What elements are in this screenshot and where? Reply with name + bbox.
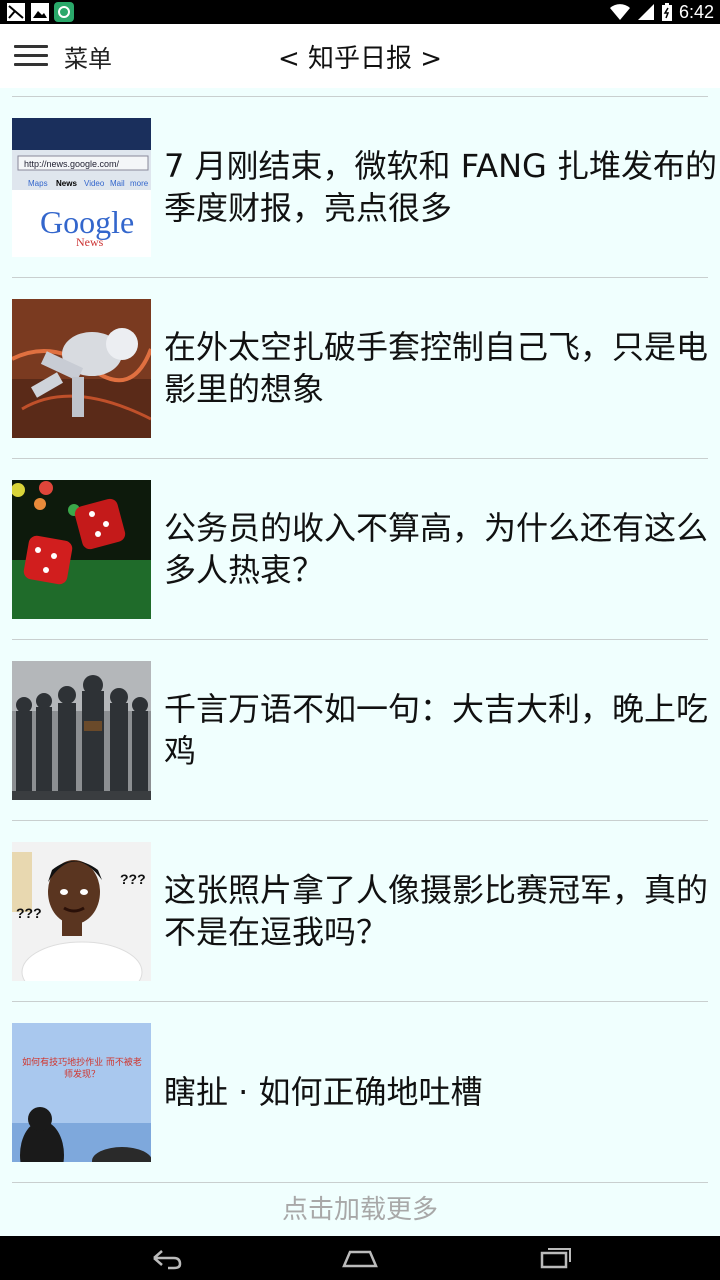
app-notification-icon	[54, 2, 74, 22]
list-item[interactable]: 如何有技巧地抄作业 而不被老师发现？ 瞎扯 · 如何正确地吐槽	[12, 1001, 708, 1182]
system-nav-bar	[0, 1236, 720, 1280]
article-title: 在外太空扎破手套控制自己飞，只是电影里的想象	[164, 328, 709, 408]
recents-icon[interactable]	[536, 1244, 576, 1272]
svg-text:more: more	[130, 179, 149, 188]
list-item[interactable]: 公务员的收入不算高，为什么还有这么多人热衷？	[12, 458, 708, 639]
notification-icon	[7, 3, 25, 21]
article-title: 7 月刚结束，微软和 FANG 扎堆发布的季度财报，亮点很多	[164, 147, 717, 227]
svg-text:???: ???	[120, 871, 146, 887]
image-icon	[31, 3, 49, 21]
back-icon[interactable]	[146, 1244, 186, 1272]
article-thumbnail: http://news.google.com/ Maps News Video …	[12, 118, 151, 257]
load-more-button[interactable]: 点击加载更多	[0, 1182, 720, 1236]
svg-text:Mail: Mail	[110, 179, 125, 188]
svg-text:News: News	[56, 179, 77, 188]
article-thumbnail: ??? ???	[12, 842, 151, 981]
svg-text:News: News	[76, 235, 104, 249]
status-time: 6:42	[678, 1, 714, 22]
svg-text:Maps: Maps	[28, 179, 48, 188]
battery-icon	[661, 3, 672, 21]
article-list: http://news.google.com/ Maps News Video …	[12, 96, 717, 1182]
article-title: 瞎扯 · 如何正确地吐槽	[164, 1073, 483, 1111]
signal-icon	[637, 4, 654, 20]
list-item[interactable]: 千言万语不如一句：大吉大利，晚上吃鸡	[12, 639, 708, 820]
article-title: 这张照片拿了人像摄影比赛冠军，真的不是在逗我吗？	[164, 871, 709, 951]
article-thumbnail	[12, 480, 151, 619]
svg-text:http://news.google.com/: http://news.google.com/	[24, 159, 120, 169]
list-item[interactable]: 在外太空扎破手套控制自己飞，只是电影里的想象	[12, 277, 708, 458]
wifi-icon	[609, 4, 630, 20]
article-title: 公务员的收入不算高，为什么还有这么多人热衷？	[164, 509, 709, 589]
article-thumbnail	[12, 299, 151, 438]
app-toolbar: 菜单 < 知乎日报 >	[0, 24, 720, 88]
article-thumbnail	[12, 661, 151, 800]
page-title[interactable]: < 知乎日报 >	[0, 38, 720, 75]
article-thumbnail: 如何有技巧地抄作业 而不被老师发现？	[12, 1023, 151, 1162]
list-item[interactable]: http://news.google.com/ Maps News Video …	[12, 96, 717, 277]
home-icon[interactable]	[340, 1244, 380, 1272]
list-item[interactable]: ??? ??? 这张照片拿了人像摄影比赛冠军，真的不是在逗我吗？	[12, 820, 708, 1001]
svg-text:???: ???	[16, 905, 42, 921]
status-bar: 6:42	[0, 0, 720, 24]
article-title: 千言万语不如一句：大吉大利，晚上吃鸡	[164, 690, 709, 770]
svg-text:Video: Video	[84, 179, 105, 188]
